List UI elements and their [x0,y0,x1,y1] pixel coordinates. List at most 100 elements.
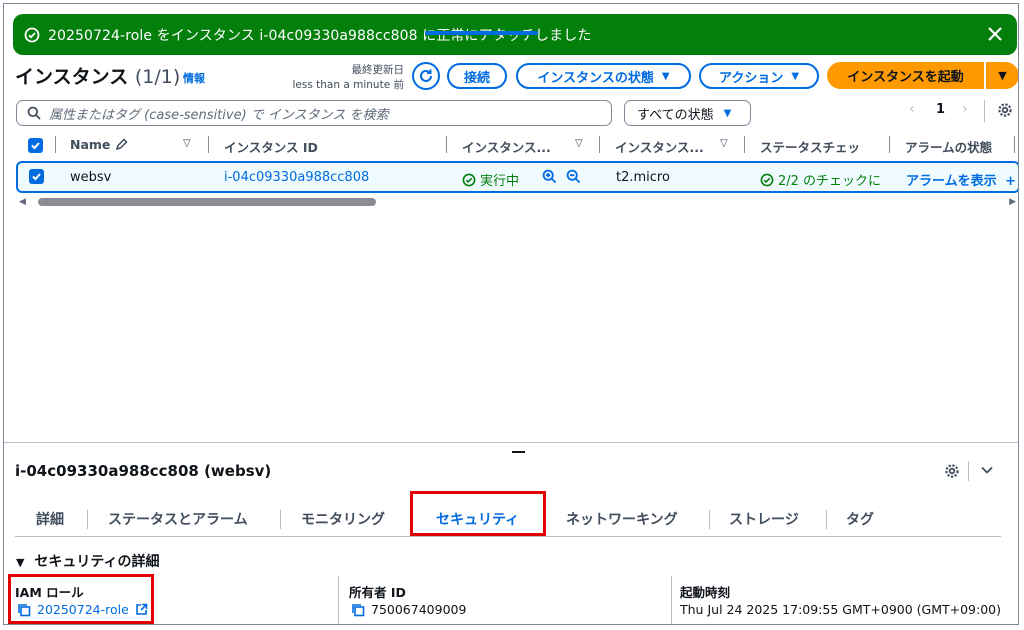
actions-label: アクション [718,70,784,86]
tabs-bottom-border [15,536,1001,537]
column-header-alarm[interactable]: アラームの状態 [905,137,992,156]
status-check-icon [760,173,774,187]
next-page-icon[interactable]: › [962,101,968,117]
cell-instance-type: t2.micro [616,170,670,185]
prev-page-icon[interactable]: ‹ [909,101,915,117]
tab-divider [87,510,88,529]
tab-divider [709,510,710,529]
owner-id-text: 750067409009 [371,602,467,617]
split-panel-resize-handle[interactable] [512,451,525,453]
column-header-instance-type[interactable]: インスタンス... [615,137,704,156]
info-link[interactable]: 情報 [183,70,205,86]
instance-state-button[interactable]: インスタンスの状態 ▼ [516,63,691,89]
view-alarms-label: アラームを表示 [906,174,997,189]
column-divider [889,136,890,153]
launch-instance-button[interactable]: インスタンスを起動 [827,62,984,89]
instance-state-label: インスタンスの状態 [537,70,654,86]
sort-icon[interactable]: ▽ [720,138,728,149]
cell-state-text: 実行中 [480,174,520,189]
state-filter-select[interactable]: すべての状態 ▼ [624,100,751,126]
search-input[interactable]: 属性またはタグ (case-sensitive) で インスタンス を検索 [16,100,612,126]
table-header: Name ▽ インスタンス ID インスタンス... ▽ インスタンス... ▽… [16,133,1018,158]
tab-tags[interactable]: タグ [846,509,874,529]
tab-status-alarms[interactable]: ステータスとアラーム [108,509,248,529]
active-tab-indicator [425,31,538,35]
column-divider [599,136,600,153]
cell-state: 実行中 [462,170,519,189]
tab-networking[interactable]: ネットワーキング [566,509,678,529]
last-updated-value: less than a minute 前 [292,79,405,91]
security-details-title: セキュリティの詳細 [34,554,160,570]
caret-down-icon: ▼ [661,70,670,82]
close-icon[interactable] [987,26,1003,42]
running-check-icon [462,173,476,187]
tab-divider [826,510,827,529]
tab-monitoring[interactable]: モニタリング [301,509,385,529]
column-divider [55,136,56,153]
tab-details[interactable]: 詳細 [36,509,64,529]
search-icon [27,106,41,120]
divider [968,461,969,481]
view-alarms-link[interactable]: アラームを表示 + [906,170,1016,189]
edit-pencil-icon [115,138,128,151]
scroll-right-icon[interactable]: ▶ [1009,197,1016,207]
zoom-in-icon[interactable] [542,169,557,184]
page-title-text: インスタンス [15,66,129,88]
launch-time-value: Thu Jul 24 2025 17:09:55 GMT+0900 (GMT+0… [680,602,1002,617]
actions-button[interactable]: アクション ▼ [699,63,819,89]
connect-label: 接続 [463,70,490,86]
tab-storage[interactable]: ストレージ [729,509,799,529]
column-name-label: Name [70,137,111,152]
sort-icon[interactable]: ▽ [575,138,583,149]
ec2-console-frame: 20250724-role をインスタンス i-04c09330a988cc80… [3,3,1019,625]
row-checkbox[interactable] [29,169,44,184]
launch-instance-label: インスタンスを起動 [847,70,964,85]
panel-settings-gear-icon[interactable] [944,463,960,479]
caret-down-icon: ▼ [998,69,1007,82]
caret-down-icon: ▼ [723,107,732,119]
column-header-instance-id[interactable]: インスタンス ID [224,137,318,156]
sort-icon[interactable]: ▽ [183,138,191,149]
highlight-box-security-tab [410,491,546,536]
last-updated-label: 最終更新日 [351,64,405,76]
column-divider [1014,136,1015,153]
column-header-name[interactable]: Name [70,137,128,152]
select-all-checkbox[interactable] [28,138,43,153]
horizontal-scrollbar[interactable]: ◀ ▶ [16,196,1018,208]
launch-dropdown-button[interactable]: ▼ [986,62,1018,89]
owner-id-label: 所有者 ID [349,585,406,600]
refresh-button[interactable] [412,62,440,90]
launch-time-label: 起動時刻 [680,585,731,600]
column-divider [446,136,447,153]
success-check-icon [24,27,40,43]
zoom-out-icon[interactable] [566,169,581,184]
table-row[interactable]: websv i-04c09330a988cc808 実行中 t2.micro 2… [16,161,1018,193]
cell-status-check: 2/2 のチェックに [760,170,888,189]
state-filter-value: すべての状態 [637,107,714,123]
copy-icon[interactable] [351,603,365,617]
field-divider [671,576,672,624]
page-number[interactable]: 1 [936,102,945,117]
detail-panel-title: i-04c09330a988cc808 (websv) [15,462,272,480]
cell-status-check-text: 2/2 のチェックに [778,174,882,189]
cell-instance-id-link[interactable]: i-04c09330a988cc808 [224,170,369,185]
security-details-header[interactable]: ▼ セキュリティの詳細 [16,551,160,571]
collapse-chevron-icon[interactable] [980,465,994,475]
field-divider [338,576,339,624]
column-divider [744,136,745,153]
tab-divider [280,510,281,529]
caret-down-icon: ▼ [16,556,25,569]
page-title: インスタンス (1/1) [15,62,180,89]
scroll-left-icon[interactable]: ◀ [19,197,26,207]
owner-id-value: 750067409009 [351,602,466,617]
column-divider [208,136,209,153]
connect-button[interactable]: 接続 [447,63,507,89]
scrollbar-thumb[interactable] [38,198,376,206]
caret-down-icon: ▼ [791,70,800,82]
column-header-instance-state[interactable]: インスタンス... [462,137,551,156]
column-header-status-check[interactable]: ステータスチェッ [760,137,885,156]
plus-icon: + [1005,174,1017,189]
divider [984,100,985,122]
settings-gear-icon[interactable] [997,102,1013,118]
refresh-icon [418,68,434,84]
